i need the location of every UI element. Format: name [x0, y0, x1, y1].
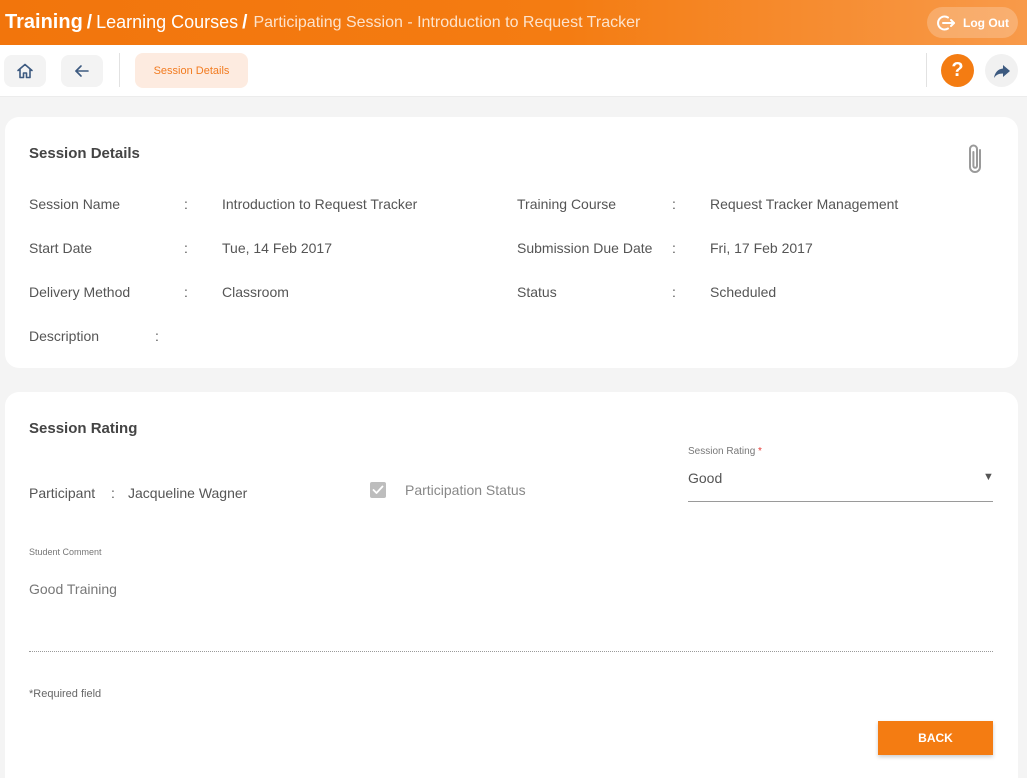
submission-due-date-label: Submission Due Date	[517, 240, 653, 256]
session-details-title: Session Details	[29, 145, 140, 162]
start-date-value: Tue, 14 Feb 2017	[222, 240, 333, 256]
logout-label: Log Out	[963, 15, 1009, 30]
back-button[interactable]: BACK	[878, 721, 993, 755]
session-rating-select[interactable]	[688, 462, 993, 502]
help-button[interactable]: ?	[941, 54, 974, 87]
session-name-label: Session Name	[29, 196, 121, 212]
breadcrumb-learning-courses[interactable]: Learning Courses	[96, 12, 238, 33]
session-name-value: Introduction to Request Tracker	[222, 196, 418, 212]
toolbar-divider	[926, 53, 927, 87]
student-comment-value: Good Training	[29, 581, 117, 597]
delivery-method-label: Delivery Method	[29, 284, 131, 300]
colon: :	[111, 485, 115, 501]
colon: :	[672, 196, 676, 212]
home-icon	[17, 63, 33, 79]
breadcrumb-current-page: Participating Session - Introduction to …	[253, 13, 641, 31]
breadcrumb-separator: /	[242, 11, 248, 33]
colon: :	[184, 240, 188, 256]
chevron-down-icon: ▼	[983, 471, 994, 483]
colon: :	[184, 196, 188, 212]
logout-icon	[937, 15, 955, 30]
checkmark-icon	[372, 485, 384, 494]
session-rating-card: Session Rating Participant : Jacqueline …	[5, 392, 1018, 778]
participant-label: Participant	[29, 485, 96, 501]
required-note-text: Required field	[33, 688, 102, 700]
session-rating-value: Good	[688, 470, 723, 486]
session-rating-field-label: Session Rating *	[688, 446, 762, 457]
training-course-value: Request Tracker Management	[710, 196, 899, 212]
required-star: *	[758, 446, 762, 457]
participation-status-checkbox[interactable]	[370, 482, 386, 498]
breadcrumb-separator: /	[86, 11, 93, 33]
home-button[interactable]	[4, 55, 46, 87]
description-label: Description	[29, 328, 100, 344]
session-details-card: Session Details Session Name : Introduct…	[5, 117, 1018, 368]
logout-button[interactable]: Log Out	[927, 7, 1018, 38]
participation-status-label: Participation Status	[405, 482, 526, 498]
student-comment-field[interactable]	[29, 567, 993, 651]
colon: :	[672, 240, 676, 256]
toolbar-divider	[119, 53, 120, 87]
back-nav-button[interactable]	[61, 55, 103, 87]
status-value: Scheduled	[710, 284, 777, 300]
student-comment-label: Student Comment	[29, 547, 102, 557]
training-course-label: Training Course	[517, 196, 617, 212]
share-button[interactable]	[985, 54, 1018, 87]
required-field-note: *Required field	[29, 688, 101, 700]
breadcrumb-training[interactable]: Training	[5, 11, 83, 34]
participant-value: Jacqueline Wagner	[128, 485, 248, 501]
top-header: Training / Learning Courses / Participat…	[0, 0, 1027, 45]
colon: :	[672, 284, 676, 300]
arrow-left-icon	[75, 65, 89, 77]
session-rating-label-text: Session Rating	[688, 446, 756, 457]
status-label: Status	[517, 284, 557, 300]
toolbar: Session Details ?	[0, 45, 1027, 97]
select-underline	[688, 501, 993, 502]
delivery-method-value: Classroom	[222, 284, 289, 300]
paperclip-icon[interactable]	[965, 142, 987, 183]
colon: :	[155, 328, 159, 344]
tab-session-details[interactable]: Session Details	[135, 53, 248, 88]
session-rating-title: Session Rating	[29, 420, 138, 437]
start-date-label: Start Date	[29, 240, 93, 256]
submission-due-date-value: Fri, 17 Feb 2017	[710, 240, 813, 256]
comment-underline	[29, 651, 993, 652]
colon: :	[184, 284, 188, 300]
share-icon	[993, 64, 1010, 78]
